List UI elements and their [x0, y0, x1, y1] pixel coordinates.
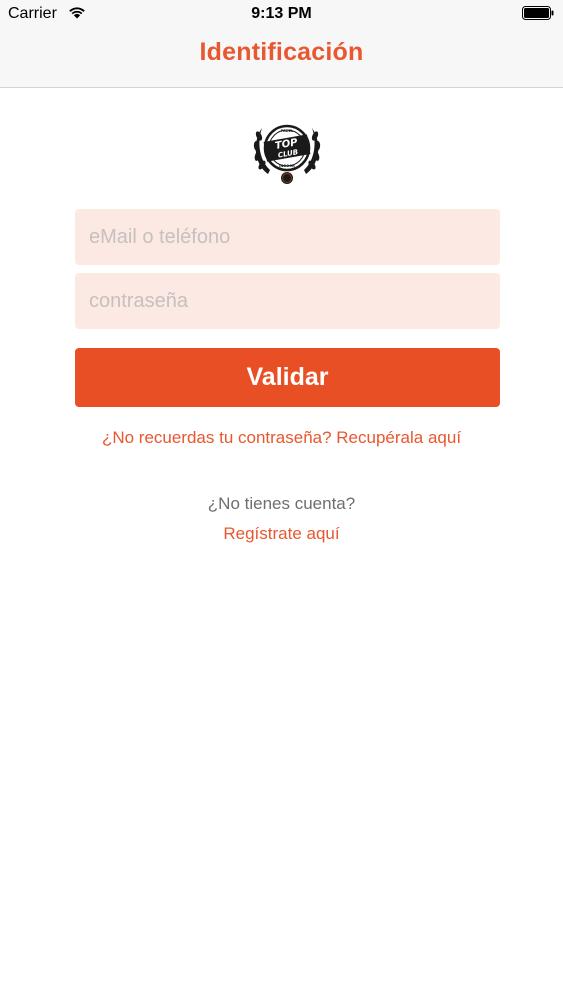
logo-text-lower: INDOOR	[279, 164, 295, 168]
clock: 9:13 PM	[251, 5, 312, 22]
login-screen: Carrier 9:13 PM Identificación TOP CLUB …	[0, 0, 563, 1000]
page-title: Identificación	[199, 38, 364, 66]
email-field[interactable]	[75, 209, 500, 265]
logo-text-upper: PADEL	[281, 129, 294, 133]
no-account-label: ¿No tienes cuenta?	[207, 494, 356, 513]
password-field-container	[75, 273, 500, 329]
status-bar: Carrier 9:13 PM	[0, 0, 563, 28]
validate-button[interactable]: Validar	[75, 348, 500, 407]
password-field[interactable]	[75, 273, 500, 329]
top-club-logo: TOP CLUB PADEL INDOOR	[253, 124, 321, 184]
navigation-bar: Carrier 9:13 PM Identificación	[0, 0, 563, 88]
register-link[interactable]: Regístrate aquí	[0, 524, 563, 544]
forgot-password-link[interactable]: ¿No recuerdas tu contraseña? Recupérala …	[0, 428, 563, 448]
battery-full-icon	[522, 6, 554, 20]
email-field-container	[75, 209, 500, 265]
